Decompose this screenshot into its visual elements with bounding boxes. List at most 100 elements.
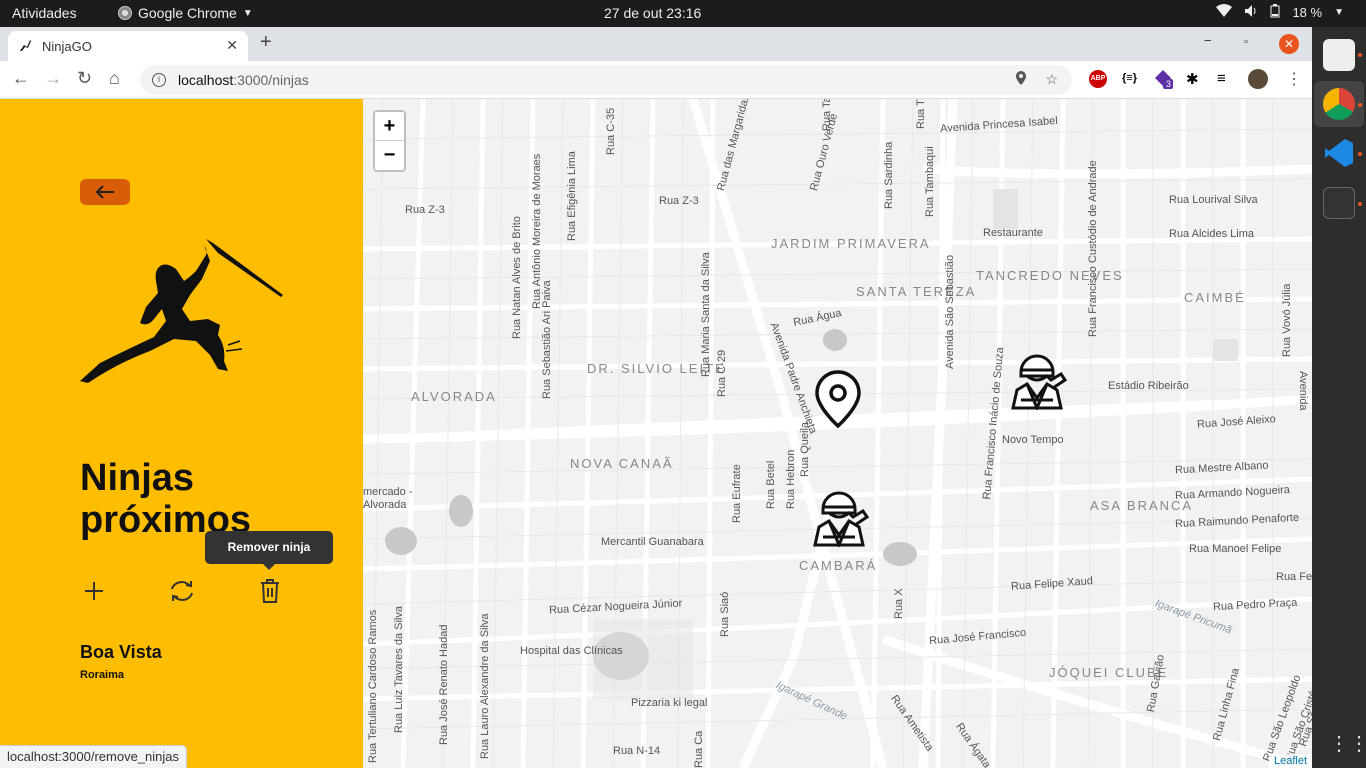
site-info-icon[interactable]: i: [152, 73, 166, 87]
street-label: Rua Sebastião Ari Paiva: [541, 280, 553, 399]
ninja-marker-icon[interactable]: [809, 487, 870, 552]
system-tray[interactable]: 18 % ▼: [1216, 4, 1344, 21]
remove-ninja-button[interactable]: [256, 577, 284, 605]
refresh-ninjas-button[interactable]: [168, 577, 196, 605]
forward-arrow-icon[interactable]: →: [44, 68, 62, 89]
running-indicator: [1358, 103, 1362, 107]
home-icon[interactable]: ⌂: [109, 68, 120, 89]
street-label: Rua Maria Santa da Silva: [700, 252, 712, 377]
street-label: Rua Natan Alves de Brito: [511, 216, 523, 339]
running-indicator: [1358, 152, 1362, 156]
media-queue-icon[interactable]: ≡: [1217, 70, 1226, 87]
location-icon[interactable]: [1015, 71, 1027, 88]
extension-badge-count: 3: [1166, 79, 1172, 89]
ninja-marker-icon[interactable]: [1007, 350, 1068, 415]
trash-icon: [261, 579, 279, 603]
json-viewer-icon[interactable]: {≡}: [1122, 72, 1137, 84]
more-menu-icon[interactable]: ⋮: [1286, 69, 1302, 89]
street-label: Rua X: [893, 588, 905, 619]
street-label: Rua Alcides Lima: [1169, 228, 1254, 240]
street-label: Rua Tra: [915, 99, 927, 129]
place-label: Pizzaria ki legal: [631, 697, 708, 709]
place-label: Estádio Ribeirão: [1108, 380, 1189, 392]
district-label: ALVORADA: [411, 389, 497, 404]
zoom-control: + −: [373, 110, 406, 172]
place-label: Novo Tempo: [1002, 434, 1064, 446]
caret-down-icon: ▼: [242, 7, 253, 19]
street-label: Rua Z-3: [659, 195, 699, 207]
zoom-out-button[interactable]: −: [375, 141, 404, 170]
url-host: localhost: [178, 72, 234, 88]
profile-avatar[interactable]: [1248, 69, 1268, 89]
street-label: Rua Ta: [821, 99, 833, 131]
link-status-bar: localhost:3000/remove_ninjas: [0, 745, 187, 768]
map-view[interactable]: JARDIM PRIMAVERA SANTA TEREZA TANCREDO N…: [363, 99, 1312, 768]
app-menu-label: Google Chrome: [138, 5, 237, 21]
add-ninja-button[interactable]: [80, 577, 108, 605]
files-icon[interactable]: [1323, 39, 1355, 71]
bookmark-star-icon[interactable]: ☆: [1045, 71, 1058, 88]
street-label: Avenida São Sebastião: [944, 254, 956, 369]
tab-strip: NinjaGO ✕: [0, 27, 1312, 61]
reload-icon[interactable]: ↻: [77, 68, 92, 89]
minimize-button[interactable]: −: [1204, 33, 1212, 48]
street-label: Rua Francisco Custódio de Andrade: [1087, 160, 1099, 337]
arrow-left-icon: [95, 185, 114, 199]
ninja-favicon-icon: [18, 38, 32, 55]
street-label: Rua Eufrate: [731, 464, 743, 523]
activities-button[interactable]: Atividades: [12, 5, 77, 21]
street-label: Rua Betel: [765, 460, 777, 509]
tab-title: NinjaGO: [42, 38, 92, 54]
new-tab-button[interactable]: +: [260, 31, 272, 54]
street-label: Rua Manoel Felipe: [1189, 543, 1282, 555]
url-path: :3000/ninjas: [233, 72, 309, 88]
plus-icon: [85, 582, 103, 600]
ninja-actions: [80, 577, 284, 605]
adblock-icon[interactable]: ABP: [1089, 70, 1107, 88]
state-name: Roraima: [80, 669, 125, 681]
zoom-in-button[interactable]: +: [375, 112, 404, 141]
back-arrow-icon[interactable]: ←: [12, 68, 30, 89]
district-label: NOVA CANAÃ: [570, 456, 674, 471]
chrome-icon: [118, 6, 132, 20]
maximize-button[interactable]: ▫: [1244, 36, 1248, 48]
extensions-puzzle-icon[interactable]: ✱: [1186, 70, 1199, 88]
street-label: Rua Z-3: [405, 204, 445, 216]
browser-toolbar: ← → ↻ ⌂ i localhost:3000/ninjas ☆ ABP {≡…: [0, 61, 1312, 99]
place-label: Hospital das Clínicas: [520, 645, 623, 657]
terminal-icon[interactable]: [1323, 187, 1355, 219]
district-label: SANTA TEREZA: [856, 284, 977, 299]
place-label: Mercantil Guanabara: [601, 536, 704, 548]
street-label: Rua C-29: [716, 349, 728, 397]
volume-icon: [1244, 4, 1258, 21]
district-label: JARDIM PRIMAVERA: [771, 236, 931, 251]
ubuntu-dock: ⋮⋮: [1312, 27, 1366, 768]
app-menu[interactable]: Google Chrome ▼: [118, 5, 253, 21]
extension-badge-icon[interactable]: 3: [1154, 69, 1174, 92]
window-close-button[interactable]: ✕: [1279, 34, 1299, 54]
tab-close-icon[interactable]: ✕: [226, 37, 238, 54]
street-label: Rua Sardinha: [883, 141, 895, 209]
district-label: CAIMBÉ: [1184, 290, 1246, 305]
web-page: Ninjas próximos Remover ninja Boa Vista …: [0, 99, 1312, 768]
street-label: Rua Siaó: [719, 591, 731, 637]
wifi-icon: [1216, 4, 1233, 21]
street-label: Rua N-14: [613, 745, 661, 757]
page-title: Ninjas próximos: [80, 457, 252, 541]
street-label: Avenida: [1297, 371, 1309, 411]
clock[interactable]: 27 de out 23:16: [604, 5, 701, 21]
city-name: Boa Vista: [80, 642, 162, 662]
running-indicator: [1358, 202, 1362, 206]
street-label: Rua Tambaqui: [924, 146, 936, 217]
back-button[interactable]: [80, 179, 130, 205]
leaflet-attribution-link[interactable]: Leaflet: [1268, 754, 1312, 768]
address-bar[interactable]: i localhost:3000/ninjas ☆: [140, 65, 1072, 95]
show-apps-grid-icon[interactable]: ⋮⋮: [1329, 731, 1366, 756]
street-label: Rua Tertuliano Cardoso Ramos: [367, 609, 379, 763]
district-label: CAMBARÁ: [799, 558, 878, 573]
browser-tab[interactable]: NinjaGO ✕: [8, 31, 248, 61]
chrome-icon[interactable]: [1323, 88, 1355, 120]
vscode-icon[interactable]: [1323, 137, 1355, 169]
battery-percent: 18 %: [1292, 5, 1323, 20]
user-location-pin-icon[interactable]: [813, 369, 863, 434]
